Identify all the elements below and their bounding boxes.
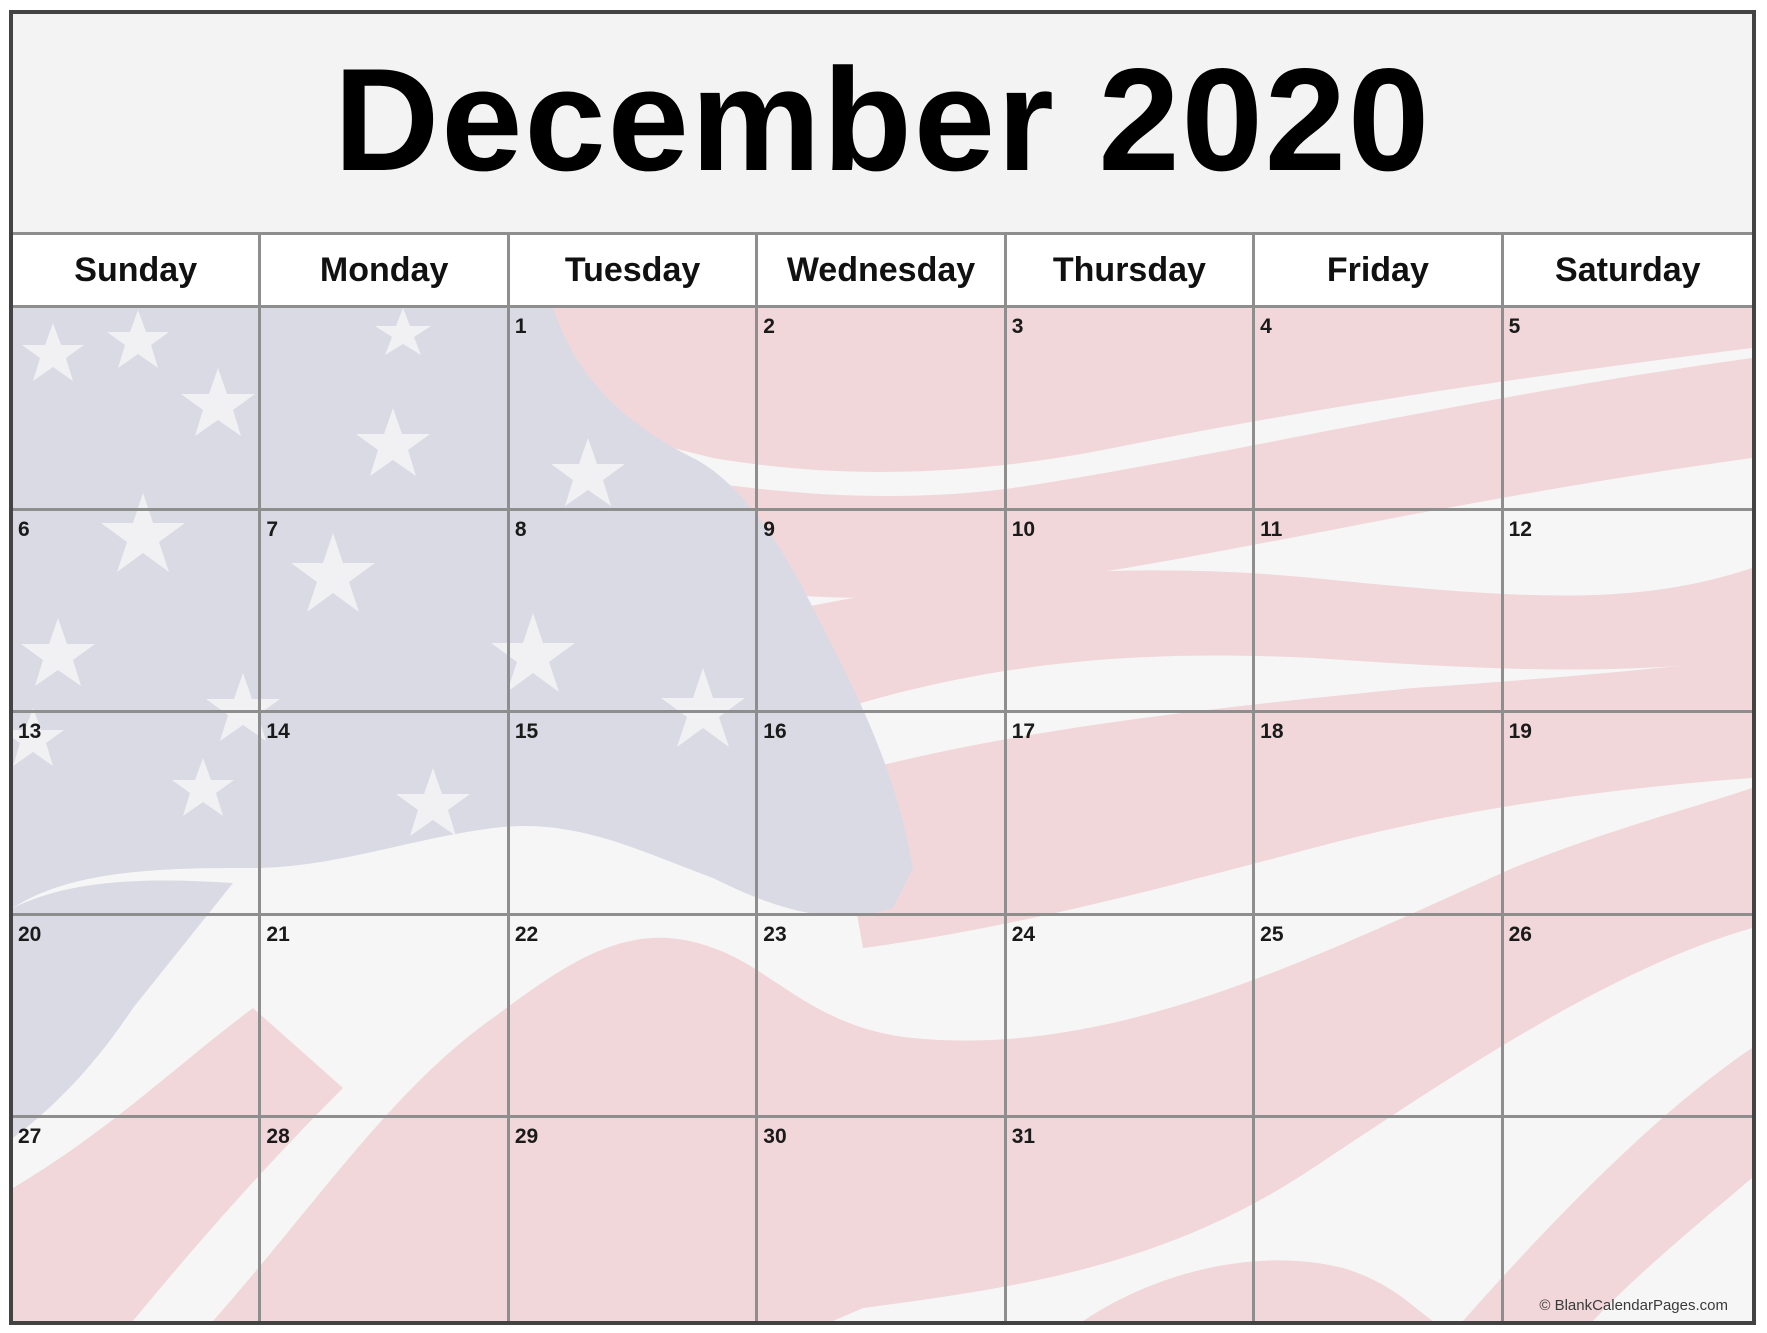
calendar-title: December 2020 bbox=[333, 38, 1432, 201]
day-cell[interactable]: 19 bbox=[1503, 713, 1752, 916]
weekday-wednesday: Wednesday bbox=[758, 235, 1007, 305]
weekday-saturday: Saturday bbox=[1555, 250, 1701, 289]
day-number: 2 bbox=[763, 315, 775, 338]
day-cell[interactable]: 10 bbox=[1006, 510, 1256, 714]
weekday-tuesday: Tuesday bbox=[510, 235, 759, 305]
day-cell[interactable]: 11 bbox=[1255, 510, 1504, 714]
day-cell[interactable]: 23 bbox=[758, 915, 1007, 1119]
day-number: 26 bbox=[1508, 922, 1532, 946]
calendar-frame: December 2020 Sunday Monday Tuesday Wedn… bbox=[9, 10, 1756, 1325]
title-bar: December 2020 bbox=[13, 14, 1752, 235]
day-number: 8 bbox=[514, 517, 527, 541]
day-number: 10 bbox=[1011, 517, 1036, 541]
day-number: 30 bbox=[763, 1125, 787, 1149]
calendar-grid: 1 2 3 4 5 6 7 8 9 10 11 12 13 14 15 16 1… bbox=[13, 308, 1752, 1321]
day-cell[interactable]: 22 bbox=[509, 915, 759, 1119]
day-number: 14 bbox=[266, 720, 290, 744]
day-cell-empty[interactable] bbox=[1255, 1118, 1504, 1321]
day-cell[interactable]: 31 bbox=[1007, 1118, 1256, 1321]
day-number: 15 bbox=[514, 720, 539, 744]
day-cell[interactable]: 3 bbox=[1006, 308, 1256, 511]
day-cells: 1 2 3 4 5 6 7 8 9 10 11 12 13 14 15 16 1… bbox=[13, 308, 1752, 1321]
day-number: 13 bbox=[18, 720, 42, 744]
day-cell[interactable]: 18 bbox=[1255, 713, 1504, 916]
day-cell[interactable]: 27 bbox=[13, 1118, 262, 1321]
day-cell[interactable]: 21 bbox=[261, 915, 510, 1119]
day-number: 25 bbox=[1260, 922, 1284, 946]
day-number: 5 bbox=[1508, 315, 1521, 338]
day-number: 31 bbox=[1011, 1125, 1036, 1149]
day-number: 17 bbox=[1011, 720, 1036, 744]
copyright-notice: © BlankCalendarPages.com bbox=[1539, 1297, 1728, 1314]
day-cell[interactable]: 2 bbox=[758, 308, 1007, 511]
day-number: 29 bbox=[514, 1125, 539, 1149]
day-cell[interactable]: 16 bbox=[758, 713, 1007, 916]
day-number: 23 bbox=[763, 922, 787, 946]
day-number: 9 bbox=[763, 517, 775, 541]
day-number: 28 bbox=[266, 1125, 290, 1149]
day-cell[interactable]: 17 bbox=[1006, 713, 1256, 916]
day-cell[interactable]: 8 bbox=[509, 510, 759, 714]
weekday-thursday: Thursday bbox=[1007, 235, 1256, 305]
day-cell[interactable]: 13 bbox=[13, 713, 262, 916]
day-cell[interactable]: 15 bbox=[509, 713, 759, 916]
day-cell[interactable]: 14 bbox=[261, 713, 510, 916]
day-number: 27 bbox=[18, 1125, 42, 1149]
day-number: 21 bbox=[266, 922, 290, 946]
day-cell[interactable]: 24 bbox=[1006, 915, 1256, 1119]
day-cell[interactable]: 12 bbox=[1503, 511, 1752, 714]
day-number: 16 bbox=[763, 720, 787, 744]
day-cell[interactable]: 7 bbox=[261, 510, 510, 714]
day-cell[interactable]: 9 bbox=[758, 510, 1007, 714]
day-cell[interactable]: 30 bbox=[758, 1118, 1007, 1321]
day-number: 1 bbox=[514, 315, 527, 338]
day-number: 11 bbox=[1260, 517, 1283, 541]
day-cell-empty[interactable] bbox=[13, 308, 262, 511]
weekday-monday: Monday bbox=[261, 235, 510, 305]
day-cell-empty[interactable]: © BlankCalendarPages.com bbox=[1504, 1118, 1752, 1321]
weekday-friday: Friday bbox=[1255, 235, 1504, 305]
day-cell[interactable]: 5 bbox=[1503, 308, 1752, 511]
day-number: 24 bbox=[1011, 922, 1036, 946]
day-cell[interactable]: 4 bbox=[1255, 308, 1504, 511]
day-number: 3 bbox=[1011, 315, 1024, 338]
day-number: 20 bbox=[18, 922, 42, 946]
day-cell[interactable]: 1 bbox=[509, 308, 759, 511]
day-number: 4 bbox=[1260, 315, 1272, 338]
day-cell[interactable]: 25 bbox=[1255, 915, 1504, 1119]
day-number: 12 bbox=[1508, 517, 1532, 541]
day-cell[interactable]: 28 bbox=[261, 1118, 510, 1321]
day-number: 19 bbox=[1508, 720, 1532, 744]
day-cell[interactable]: 20 bbox=[13, 915, 262, 1119]
day-number: 18 bbox=[1260, 720, 1284, 744]
weekday-sunday: Sunday bbox=[13, 235, 262, 305]
day-number: 7 bbox=[266, 517, 279, 541]
day-cell[interactable]: 29 bbox=[510, 1118, 759, 1321]
day-cell[interactable]: 26 bbox=[1503, 916, 1752, 1119]
day-cell[interactable]: 6 bbox=[13, 510, 262, 714]
day-cell-empty[interactable] bbox=[261, 308, 510, 511]
day-number: 6 bbox=[18, 517, 30, 541]
day-number: 22 bbox=[514, 922, 539, 946]
weekday-header-row: Sunday Monday Tuesday Wednesday Thursday… bbox=[13, 235, 1752, 308]
